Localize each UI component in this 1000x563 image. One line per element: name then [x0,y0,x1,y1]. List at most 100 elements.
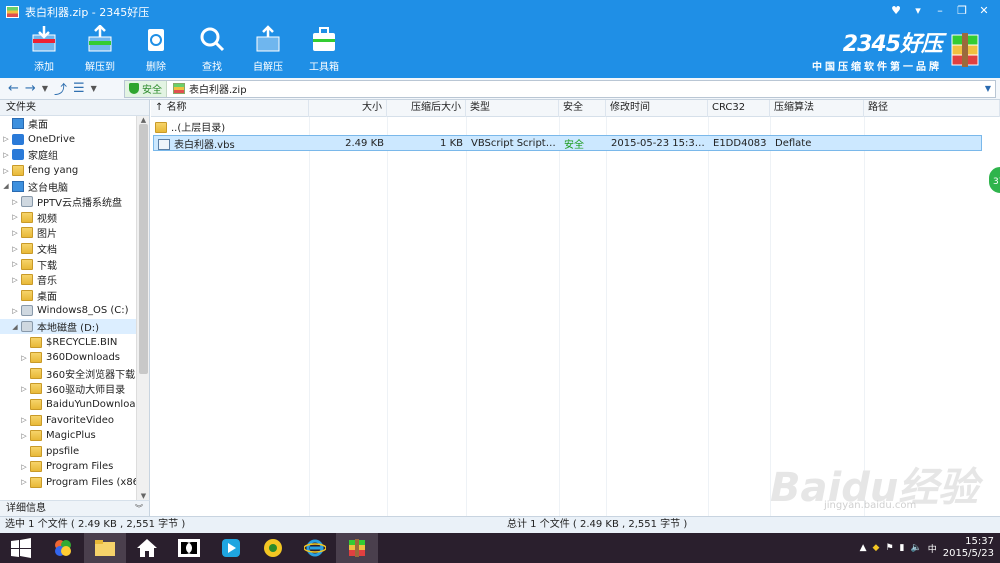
tree-expander-icon[interactable]: ◢ [11,323,19,331]
column-header-type[interactable]: 类型 [466,100,559,117]
minimize-button[interactable]: – [930,2,950,18]
tree-expander-icon[interactable]: ▷ [11,307,19,315]
tree-expander-icon[interactable]: ▷ [11,245,19,253]
sidebar-item[interactable]: ▷ FavoriteVideo [0,412,149,428]
sidebar-item[interactable]: ▷ feng yang [0,163,149,179]
skin-icon[interactable]: ♥ [886,2,906,18]
tray-expand-icon[interactable]: ▲ [860,543,867,553]
path-field[interactable]: 安全 表白利器.zip ▼ [124,79,996,98]
toolbar-search-button[interactable]: 查找 [184,24,240,73]
sidebar-item[interactable]: ◢ 本地磁盘 (D:) [0,318,149,335]
column-header-name[interactable]: ↑ 名称 [151,100,309,117]
tray-volume-icon[interactable]: 🔈 [910,543,921,553]
sidebar-item[interactable]: ppsfile [0,443,149,459]
tree-expander-icon[interactable]: ◢ [2,182,10,190]
toolbar-toolbox-button[interactable]: 工具箱 [296,24,352,73]
tree-expander-icon[interactable]: ▷ [11,198,19,206]
scroll-down-icon[interactable]: ▼ [137,492,150,500]
tray-ime[interactable]: 中 [928,542,937,555]
taskbar-app-d[interactable] [168,533,210,563]
details-panel-toggle[interactable]: 详细信息 ︾ [0,500,150,516]
sidebar-item[interactable]: $RECYCLE.BIN [0,334,149,350]
taskbar-store[interactable] [126,533,168,563]
toolbar-delete-button[interactable]: 删除 [128,24,184,73]
status-selection: 选中 1 个文件 ( 2.49 KB , 2,551 字节 ) [5,519,186,530]
tray-network-icon[interactable]: ▮ [900,543,905,553]
sidebar-item[interactable]: 桌面 [0,116,149,132]
column-header-packed-size[interactable]: 压缩后大小 [387,100,466,117]
column-header-safety[interactable]: 安全 [559,100,606,117]
taskbar-file-explorer[interactable] [84,533,126,563]
sidebar-item[interactable]: ▷ 文档 [0,241,149,257]
close-button[interactable]: ✕ [974,2,994,18]
tree-expander-icon[interactable]: ▷ [2,135,10,143]
up-folder-icon[interactable]: ⤴ [54,79,67,98]
menu-dropdown-icon[interactable]: ▾ [908,2,928,18]
sidebar-item[interactable]: ▷ 360Downloads [0,350,149,366]
tree-expander-icon[interactable]: ▷ [11,213,19,221]
sidebar-item[interactable]: ▷ Program Files (x86) [0,475,149,491]
column-header-crc32[interactable]: CRC32 [708,100,770,117]
sidebar-item[interactable]: ▷ 音乐 [0,272,149,288]
taskbar-pptv[interactable] [210,533,252,563]
path-dropdown-icon[interactable]: ▼ [985,84,991,93]
tree-expander-icon[interactable]: ▷ [20,478,28,486]
tree-expander-icon[interactable]: ▷ [20,385,28,393]
sidebar-item[interactable]: ▷ 视频 [0,210,149,226]
column-header-method[interactable]: 压缩算法 [770,100,864,117]
tree-expander-icon[interactable]: ▷ [2,151,10,159]
column-header-path[interactable]: 路径 [864,100,1000,117]
start-button[interactable] [0,533,42,563]
back-arrow-icon[interactable]: ← [8,81,19,96]
safe-badge: 安全 [125,80,167,97]
tree-expander-icon[interactable]: ▷ [20,354,28,362]
tree-expander-icon[interactable]: ▷ [20,432,28,440]
sidebar-item[interactable]: 桌面 [0,288,149,304]
sidebar-item[interactable]: ▷ 家庭组 [0,147,149,163]
history-dropdown-icon[interactable]: ▼ [42,84,48,93]
sidebar-item[interactable]: ▷ OneDrive [0,132,149,148]
folder-app-icon [95,540,115,556]
tree-expander-icon[interactable]: ▷ [2,167,10,175]
sidebar-item[interactable]: ▷ 下载 [0,256,149,272]
table-row[interactable]: ..(上层目录) [151,118,1000,134]
taskbar-internet-explorer[interactable] [294,533,336,563]
taskbar-haozip[interactable] [336,533,378,563]
toolbar-self-extract-button[interactable]: 自解压 [240,24,296,73]
column-header-size[interactable]: 大小 [309,100,387,117]
sidebar-item[interactable]: ◢ 这台电脑 [0,178,149,194]
view-dropdown-icon[interactable]: ▼ [91,84,97,93]
sidebar-item[interactable]: ▷ 360驱动大师目录 [0,381,149,397]
tree-expander-icon[interactable]: ▷ [20,416,28,424]
maximize-button[interactable]: ❐ [952,2,972,18]
toolbar-add-button[interactable]: 添加 [16,24,72,73]
taskbar-app-colorful[interactable] [42,533,84,563]
scroll-up-icon[interactable]: ▲ [137,116,150,124]
sidebar-item[interactable]: ▷ Program Files [0,459,149,475]
taskbar-browser-360[interactable] [252,533,294,563]
sidebar-item[interactable]: ▷ 图片 [0,225,149,241]
tray-flag-icon[interactable]: ⚑ [885,543,893,553]
sidebar-item[interactable]: ▷ PPTV云点播系统盘 [0,194,149,210]
tree-expander-icon[interactable]: ▷ [11,276,19,284]
tree-expander-icon[interactable]: ▷ [11,260,19,268]
view-mode-icon[interactable]: ☰ [73,81,85,96]
folder-tree-scrollbar[interactable]: ▲ ▼ [136,116,149,500]
status-total: 总计 1 个文件 ( 2.49 KB , 2,551 字节 ) [507,519,688,530]
sidebar-item[interactable]: ▷ Windows8_OS (C:) [0,303,149,319]
tree-expander-icon[interactable]: ▷ [20,463,28,471]
sidebar-item[interactable]: 360安全浏览器下载 [0,366,149,382]
tray-security-icon[interactable]: ◆ [873,543,880,553]
toolbar-extract-to-button[interactable]: 解压到 [72,24,128,73]
clock[interactable]: 15:37 2015/5/23 [943,536,994,560]
scrollbar-thumb[interactable] [139,124,148,374]
zip-file-icon [173,83,185,94]
folder-icon [21,274,33,286]
column-header-modified[interactable]: 修改时间 [606,100,708,117]
table-row-selected[interactable]: 表白利器.vbs 2.49 KB 1 KB VBScript Script ..… [153,135,982,151]
sidebar-item[interactable]: BaiduYunDownload [0,397,149,413]
forward-arrow-icon[interactable]: → [25,81,36,96]
sidebar-item-label: OneDrive [28,133,76,145]
sidebar-item[interactable]: ▷ MagicPlus [0,428,149,444]
tree-expander-icon[interactable]: ▷ [11,229,19,237]
